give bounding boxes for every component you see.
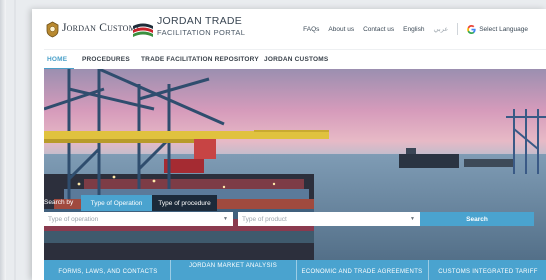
top-links: FAQs About us Contact us English عربي Se… [303, 23, 528, 35]
about-link[interactable]: About us [328, 26, 354, 33]
nav-home[interactable]: HOME [47, 56, 67, 63]
arabic-link[interactable]: عربي [434, 25, 449, 33]
left-panel-edge [0, 0, 6, 280]
select-language-widget[interactable]: Select Language [467, 24, 528, 34]
type-of-operation-placeholder: Type of operation [48, 215, 99, 223]
hero-banner [44, 69, 546, 280]
main-nav: HOME PROCEDURES TRADE FACILITATION REPOS… [44, 49, 546, 70]
english-link[interactable]: English [403, 26, 424, 33]
nav-jordan-customs[interactable]: JORDAN CUSTOMS [264, 56, 328, 63]
links-divider [457, 23, 459, 35]
tab-type-of-procedure[interactable]: Type of procedure [152, 195, 217, 211]
nav-trade-facilitation-repository[interactable]: TRADE FACILITATION REPOSITORY [141, 56, 259, 63]
type-of-product-select[interactable]: Type of product ▼ [238, 212, 420, 226]
faqs-link[interactable]: FAQs [303, 26, 319, 33]
tab-economic-trade-agreements[interactable]: ECONOMIC AND TRADE AGREEMENTS [300, 269, 424, 275]
chevron-down-icon: ▼ [410, 216, 415, 222]
tab-customs-integrated-tariff[interactable]: CUSTOMS INTEGRATED TARIFF [434, 269, 542, 275]
chevron-down-icon: ▼ [223, 216, 228, 222]
quick-links-bar: FORMS, LAWS, AND CONTACTS JORDAN MARKET … [44, 260, 546, 280]
search-button[interactable]: Search [420, 212, 534, 226]
contact-link[interactable]: Contact us [363, 26, 394, 33]
select-language-label: Select Language [479, 25, 528, 33]
portal-page: Jordan Customs JORDAN TRADE FACILITATION… [32, 9, 546, 280]
tab-divider [296, 260, 297, 280]
jordan-customs-seal-icon [46, 21, 59, 38]
left-panel-divider [14, 0, 16, 280]
site-header: Jordan Customs JORDAN TRADE FACILITATION… [32, 9, 546, 49]
browser-viewport: Jordan Customs JORDAN TRADE FACILITATION… [0, 0, 546, 280]
tab-divider [428, 260, 429, 280]
type-of-operation-select[interactable]: Type of operation ▼ [44, 212, 233, 226]
portal-subtitle: FACILITATION PORTAL [157, 28, 246, 37]
tab-type-of-operation[interactable]: Type of Operation [81, 195, 152, 211]
type-of-product-placeholder: Type of product [242, 215, 287, 223]
portal-title: JORDAN TRADE [157, 15, 243, 27]
google-g-icon [467, 24, 476, 34]
search-by-label: Search by [44, 199, 74, 206]
tab-forms-laws-contacts[interactable]: FORMS, LAWS, AND CONTACTS [54, 269, 162, 275]
port-cranes-illustration [44, 69, 546, 280]
jordan-customs-logo-text[interactable]: Jordan Customs [62, 22, 141, 34]
nav-procedures[interactable]: PROCEDURES [82, 56, 130, 63]
portal-logo-icon [133, 23, 153, 37]
tab-jordan-market-analysis[interactable]: JORDAN MARKET ANALYSIS [178, 263, 288, 269]
tab-divider [170, 260, 171, 280]
